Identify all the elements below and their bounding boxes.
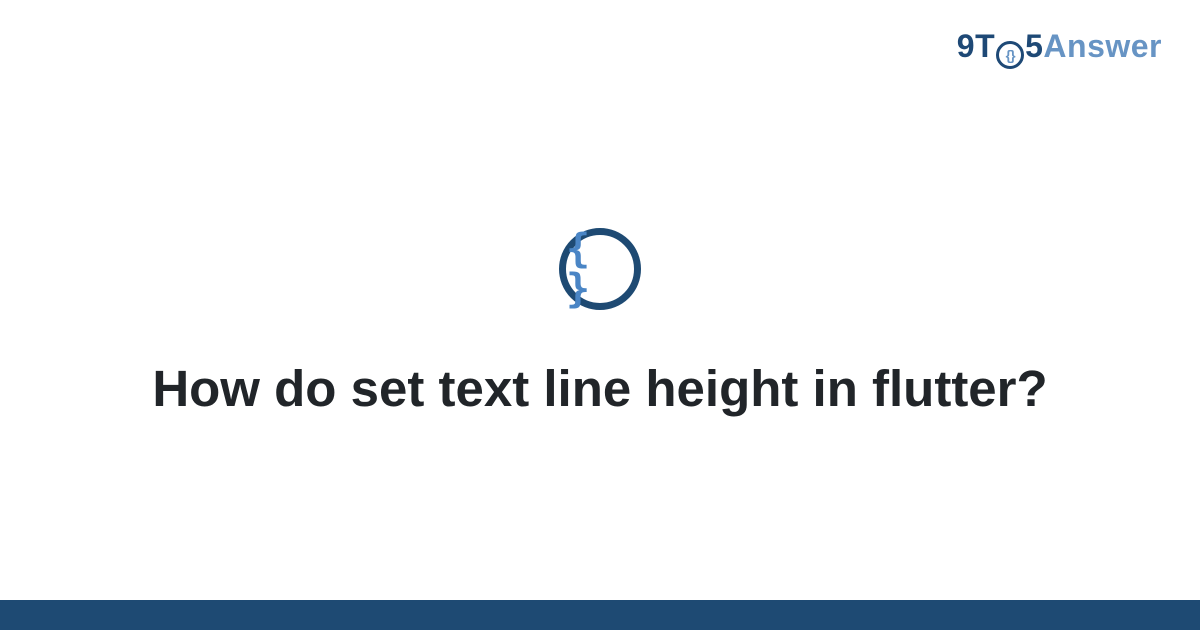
- braces-glyph: { }: [566, 229, 634, 309]
- main-content: { } How do set text line height in flutt…: [0, 0, 1200, 598]
- question-title: How do set text line height in flutter?: [152, 358, 1047, 420]
- bottom-accent-bar: [0, 600, 1200, 630]
- code-braces-icon: { }: [559, 228, 641, 310]
